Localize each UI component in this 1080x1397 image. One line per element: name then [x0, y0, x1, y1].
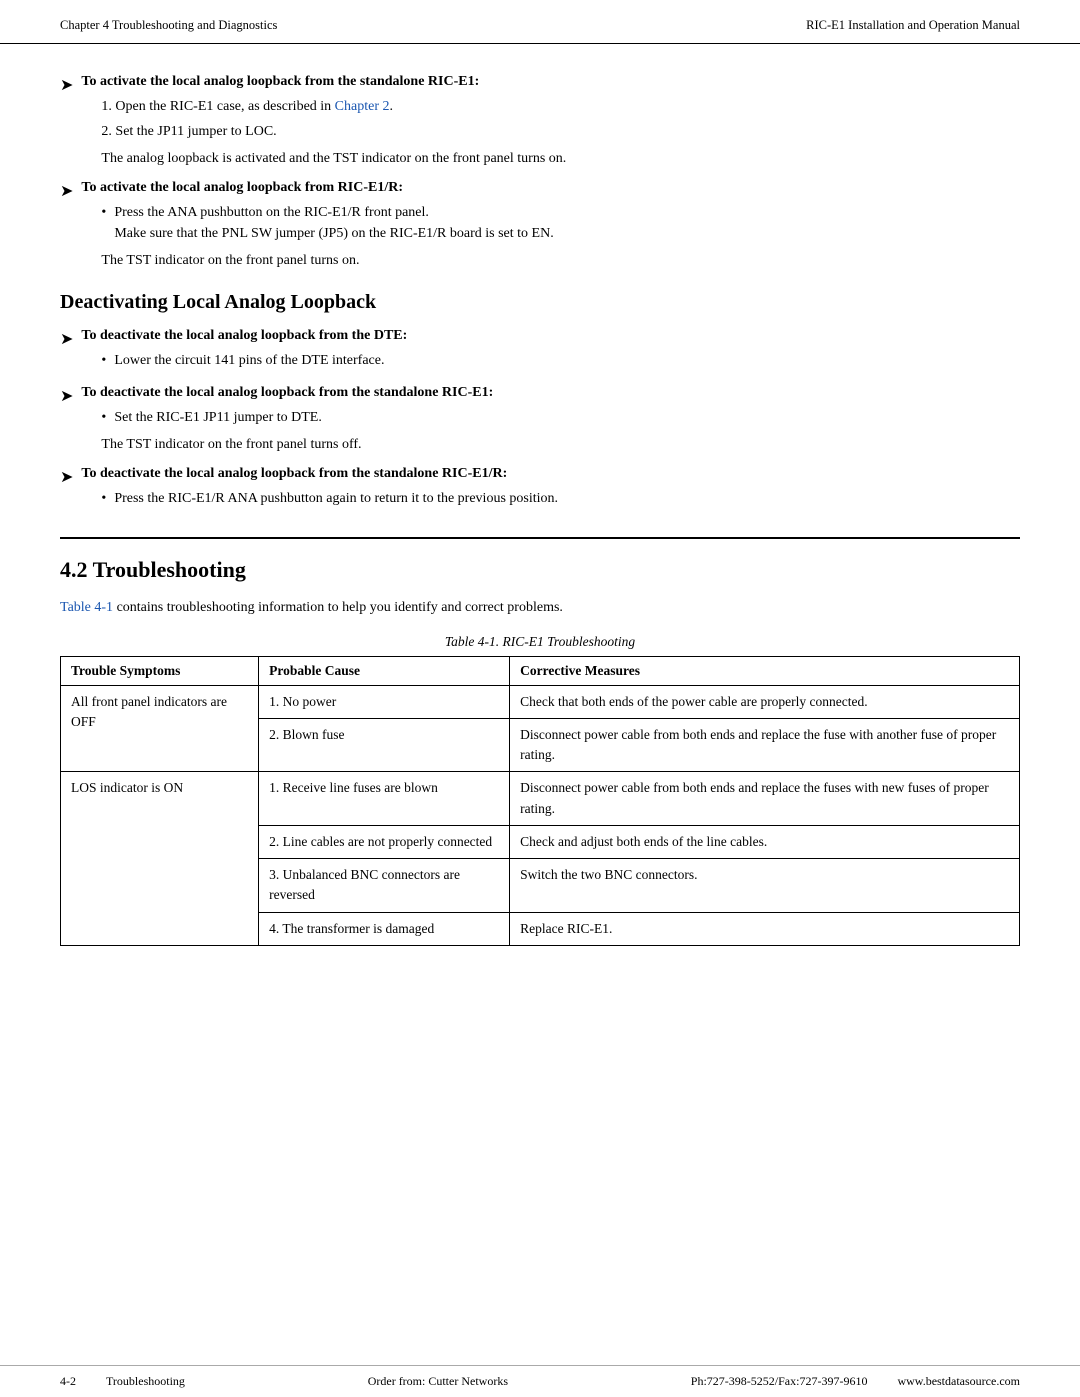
cause-2-3: 3. Unbalanced BNC connectors are reverse… — [259, 859, 510, 913]
page-header: Chapter 4 Troubleshooting and Diagnostic… — [0, 0, 1080, 44]
deactivate-standalone-section: ➤ To deactivate the local analog loopbac… — [60, 385, 1020, 456]
section42-number: 4.2 — [60, 557, 88, 582]
measure-1-2: Disconnect power cable from both ends an… — [510, 718, 1020, 772]
deactivate-ricr-bullet: • Press the RIC-E1/R ANA pushbutton agai… — [101, 488, 1020, 509]
deactivate-dte-content: To deactivate the local analog loopback … — [81, 328, 1020, 375]
deactivate-dte-section: ➤ To deactivate the local analog loopbac… — [60, 328, 1020, 375]
measure-2-3: Switch the two BNC connectors. — [510, 859, 1020, 913]
measure-1-1: Check that both ends of the power cable … — [510, 685, 1020, 718]
arrow-icon-2: ➤ — [60, 181, 73, 201]
section42-heading: 4.2 Troubleshooting — [60, 557, 1020, 583]
table-header-row: Trouble Symptoms Probable Cause Correcti… — [61, 656, 1020, 685]
measure-2-4: Replace RIC-E1. — [510, 912, 1020, 945]
deactivate-standalone-bullet: • Set the RIC-E1 JP11 jumper to DTE. — [101, 407, 1020, 428]
cause-1-1: 1. No power — [259, 685, 510, 718]
deactivate-dte-heading: To deactivate the local analog loopback … — [81, 328, 407, 343]
header-left: Chapter 4 Troubleshooting and Diagnostic… — [60, 18, 277, 33]
step-2: Set the JP11 jumper to LOC. — [101, 121, 1020, 142]
page: Chapter 4 Troubleshooting and Diagnostic… — [0, 0, 1080, 1397]
activate-standalone-section: ➤ To activate the local analog loopback … — [60, 74, 1020, 170]
activate-standalone-content: To activate the local analog loopback fr… — [81, 74, 1020, 170]
activate-ricr-bullet: • Press the ANA pushbutton on the RIC-E1… — [101, 202, 1020, 244]
arrow-icon-5: ➤ — [60, 467, 73, 487]
col-header-symptoms: Trouble Symptoms — [61, 656, 259, 685]
arrow-icon-4: ➤ — [60, 386, 73, 406]
bullet-dot-1: • — [101, 202, 106, 223]
activate-standalone-note: The analog loopback is activated and the… — [101, 148, 1020, 170]
footer-center: Order from: Cutter Networks — [368, 1374, 508, 1389]
cause-2-2: 2. Line cables are not properly connecte… — [259, 825, 510, 858]
main-content: ➤ To activate the local analog loopback … — [0, 44, 1080, 1026]
arrow-icon-3: ➤ — [60, 329, 73, 349]
section42-title-text: Troubleshooting — [93, 557, 246, 582]
section-divider — [60, 537, 1020, 539]
measure-2-1: Disconnect power cable from both ends an… — [510, 772, 1020, 826]
footer-phone: Ph:727-398-5252/Fax:727-397-9610 — [691, 1374, 868, 1389]
deactivate-standalone-content: To deactivate the local analog loopback … — [81, 385, 1020, 456]
col-header-measures: Corrective Measures — [510, 656, 1020, 685]
footer-section: Troubleshooting — [106, 1374, 185, 1389]
table-row: LOS indicator is ON 1. Receive line fuse… — [61, 772, 1020, 826]
footer-left: 4-2 Troubleshooting — [60, 1374, 185, 1389]
bullet-dot-4: • — [101, 488, 106, 509]
activate-ricr-heading: To activate the local analog loopback fr… — [81, 180, 403, 195]
deactivate-ricr-heading: To deactivate the local analog loopback … — [81, 466, 507, 481]
step-1: Open the RIC-E1 case, as described in Ch… — [101, 96, 1020, 117]
deactivate-dte-bullet: • Lower the circuit 141 pins of the DTE … — [101, 350, 1020, 371]
table-row: All front panel indicators are OFF 1. No… — [61, 685, 1020, 718]
symptom-2: LOS indicator is ON — [61, 772, 259, 946]
deactivate-ricr-content: To deactivate the local analog loopback … — [81, 466, 1020, 513]
col-header-cause: Probable Cause — [259, 656, 510, 685]
cause-2-1: 1. Receive line fuses are blown — [259, 772, 510, 826]
activate-standalone-heading: To activate the local analog loopback fr… — [81, 74, 479, 89]
measure-2-2: Check and adjust both ends of the line c… — [510, 825, 1020, 858]
deactivate-standalone-bullet-text: Set the RIC-E1 JP11 jumper to DTE. — [114, 407, 322, 428]
table-caption: Table 4-1. RIC-E1 Troubleshooting — [60, 634, 1020, 650]
activate-standalone-steps: Open the RIC-E1 case, as described in Ch… — [81, 96, 1020, 142]
page-footer: 4-2 Troubleshooting Order from: Cutter N… — [0, 1365, 1080, 1397]
arrow-icon-1: ➤ — [60, 75, 73, 95]
deactivate-standalone-note: The TST indicator on the front panel tur… — [101, 434, 1020, 456]
footer-order: Order from: Cutter Networks — [368, 1374, 508, 1388]
activate-ricr-bullet-text: Press the ANA pushbutton on the RIC-E1/R… — [114, 202, 553, 244]
bullet-dot-2: • — [101, 350, 106, 371]
deactivating-heading: Deactivating Local Analog Loopback — [60, 291, 1020, 314]
table41-link[interactable]: Table 4-1 — [60, 600, 113, 615]
activate-ricr-note: The TST indicator on the front panel tur… — [101, 250, 1020, 272]
intro-paragraph: Table 4-1 contains troubleshooting infor… — [60, 597, 1020, 619]
deactivate-standalone-heading: To deactivate the local analog loopback … — [81, 385, 493, 400]
step-1-text-before: Open the RIC-E1 case, as described in — [115, 99, 334, 114]
troubleshooting-table: Trouble Symptoms Probable Cause Correcti… — [60, 656, 1020, 946]
symptom-1: All front panel indicators are OFF — [61, 685, 259, 772]
step-1-text-after: . — [390, 99, 394, 114]
activate-ricr-content: To activate the local analog loopback fr… — [81, 180, 1020, 272]
bullet-dot-3: • — [101, 407, 106, 428]
footer-right-group: Ph:727-398-5252/Fax:727-397-9610 www.bes… — [691, 1374, 1020, 1389]
deactivate-dte-bullet-text: Lower the circuit 141 pins of the DTE in… — [114, 350, 384, 371]
footer-website: www.bestdatasource.com — [897, 1374, 1020, 1389]
activate-ricr-section: ➤ To activate the local analog loopback … — [60, 180, 1020, 272]
cause-2-4: 4. The transformer is damaged — [259, 912, 510, 945]
intro-part2: contains troubleshooting information to … — [113, 600, 563, 615]
deactivate-ricr-section: ➤ To deactivate the local analog loopbac… — [60, 466, 1020, 513]
cause-1-2: 2. Blown fuse — [259, 718, 510, 772]
footer-page-num: 4-2 — [60, 1374, 76, 1389]
header-right: RIC-E1 Installation and Operation Manual — [806, 18, 1020, 33]
chapter2-link[interactable]: Chapter 2 — [335, 99, 390, 114]
deactivate-ricr-bullet-text: Press the RIC-E1/R ANA pushbutton again … — [114, 488, 558, 509]
